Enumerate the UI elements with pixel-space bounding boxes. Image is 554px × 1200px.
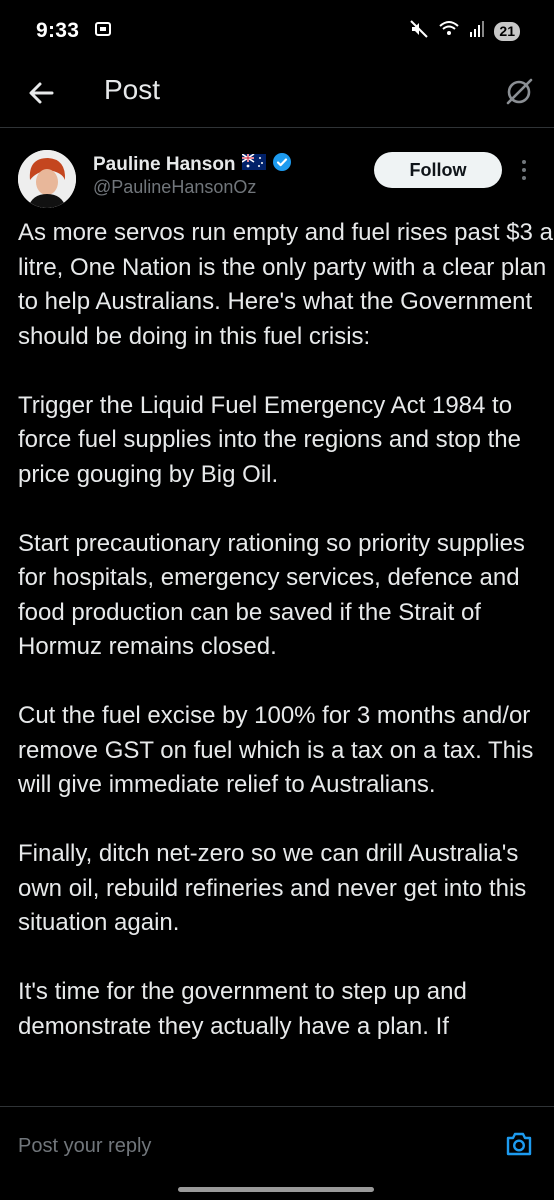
reply-input[interactable] [18, 1131, 458, 1161]
camera-button[interactable] [502, 1127, 536, 1161]
top-nav-bar: Post [0, 62, 554, 128]
post-paragraph: Trigger the Liquid Fuel Emergency Act 19… [18, 391, 521, 488]
post-paragraph: Cut the fuel excise by 100% for 3 months… [18, 702, 534, 798]
post-text: As more servos run empty and fuel rises … [18, 216, 554, 1100]
screenshot-icon [93, 19, 113, 44]
verified-badge-icon [272, 152, 292, 177]
grok-button[interactable] [500, 73, 538, 111]
follow-button[interactable]: Follow [374, 152, 502, 188]
page-title: Post [104, 74, 161, 105]
status-right: 21 [409, 19, 520, 44]
signal-icon [469, 20, 485, 43]
post-paragraph: Finally, ditch net-zero so we can drill … [18, 840, 527, 936]
more-options-button[interactable] [514, 154, 534, 186]
back-button[interactable] [24, 76, 58, 110]
camera-icon [506, 1132, 532, 1156]
more-vertical-icon [522, 160, 526, 180]
author-name[interactable]: Pauline Hanson [93, 154, 236, 176]
author-name-line: Pauline Hanson [93, 152, 292, 177]
post-paragraph: Start precautionary rationing so priorit… [18, 529, 525, 661]
home-indicator[interactable] [178, 1187, 374, 1192]
status-bar: 9:33 21 [0, 0, 554, 62]
grok-icon [506, 78, 533, 105]
status-left: 9:33 [36, 19, 113, 44]
reply-bar [0, 1106, 554, 1200]
author-row: Pauline Hanson @PaulineHansonOz Follow [0, 142, 554, 208]
post-paragraph: As more servos run empty and fuel rises … [18, 219, 553, 350]
author-handle[interactable]: @PaulineHansonOz [93, 177, 256, 198]
avatar[interactable] [18, 150, 76, 208]
post-paragraph: It's time for the government to step up … [18, 978, 467, 1040]
status-time: 9:33 [36, 19, 80, 42]
back-arrow-icon [29, 82, 54, 104]
australia-flag-icon [241, 153, 266, 175]
wifi-icon [438, 19, 460, 44]
battery-icon: 21 [494, 21, 520, 41]
mute-icon [409, 19, 429, 44]
